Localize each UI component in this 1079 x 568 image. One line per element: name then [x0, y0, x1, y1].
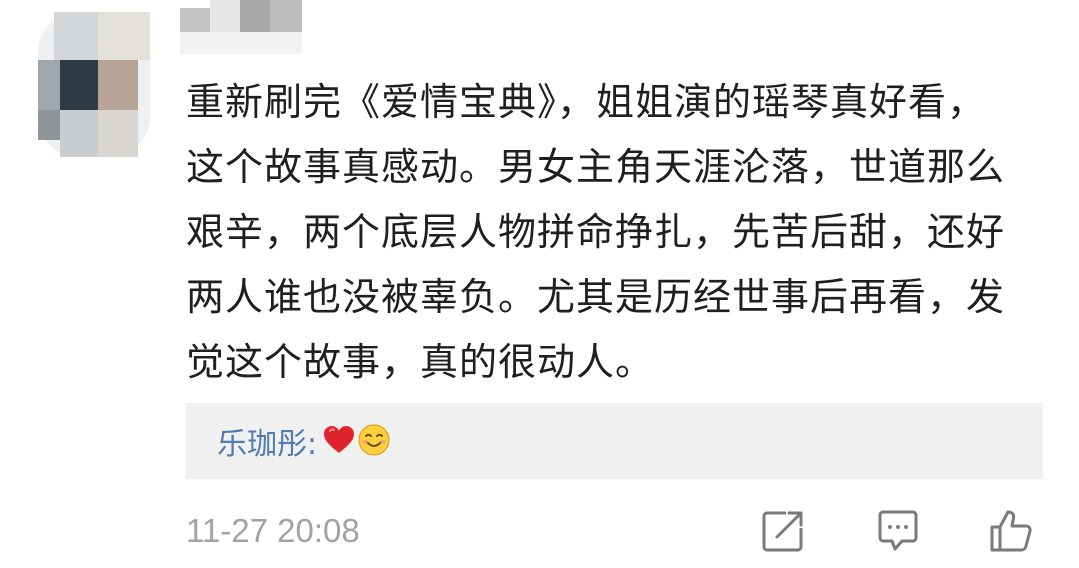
reply-colon: : [307, 426, 318, 462]
avatar[interactable] [38, 12, 150, 157]
reply-item: 乐珈彤 : [217, 423, 391, 466]
username-censored[interactable] [180, 0, 302, 60]
comment-line: 艰辛，两个底层人物拼命挣扎，先苦后甜，还好 [186, 210, 1006, 254]
smiling-face-icon [357, 423, 391, 466]
comment-line: 这个故事真感动。男女主角天涯沦落，世道那么 [186, 145, 1006, 189]
reply-author[interactable]: 乐珈彤 [217, 427, 307, 463]
comment-icon[interactable] [875, 508, 921, 554]
heart-icon [323, 425, 355, 464]
comment-line: 两人谁也没被辜负。尤其是历经世事后再看，发 [186, 275, 1006, 319]
reply-preview[interactable]: 乐珈彤 : [186, 403, 1043, 479]
like-icon[interactable] [988, 508, 1034, 554]
comment-text: 重新刷完《爱情宝典》，姐姐演的瑶琴真好看， 这个故事真感动。男女主角天涯沦落，世… [186, 70, 1036, 395]
share-icon[interactable] [760, 508, 806, 554]
comment-line: 觉这个故事，真的很动人。 [186, 340, 655, 384]
timestamp: 11-27 20:08 [186, 512, 360, 549]
comment-line: 重新刷完《爱情宝典》，姐姐演的瑶琴真好看， [186, 80, 987, 124]
